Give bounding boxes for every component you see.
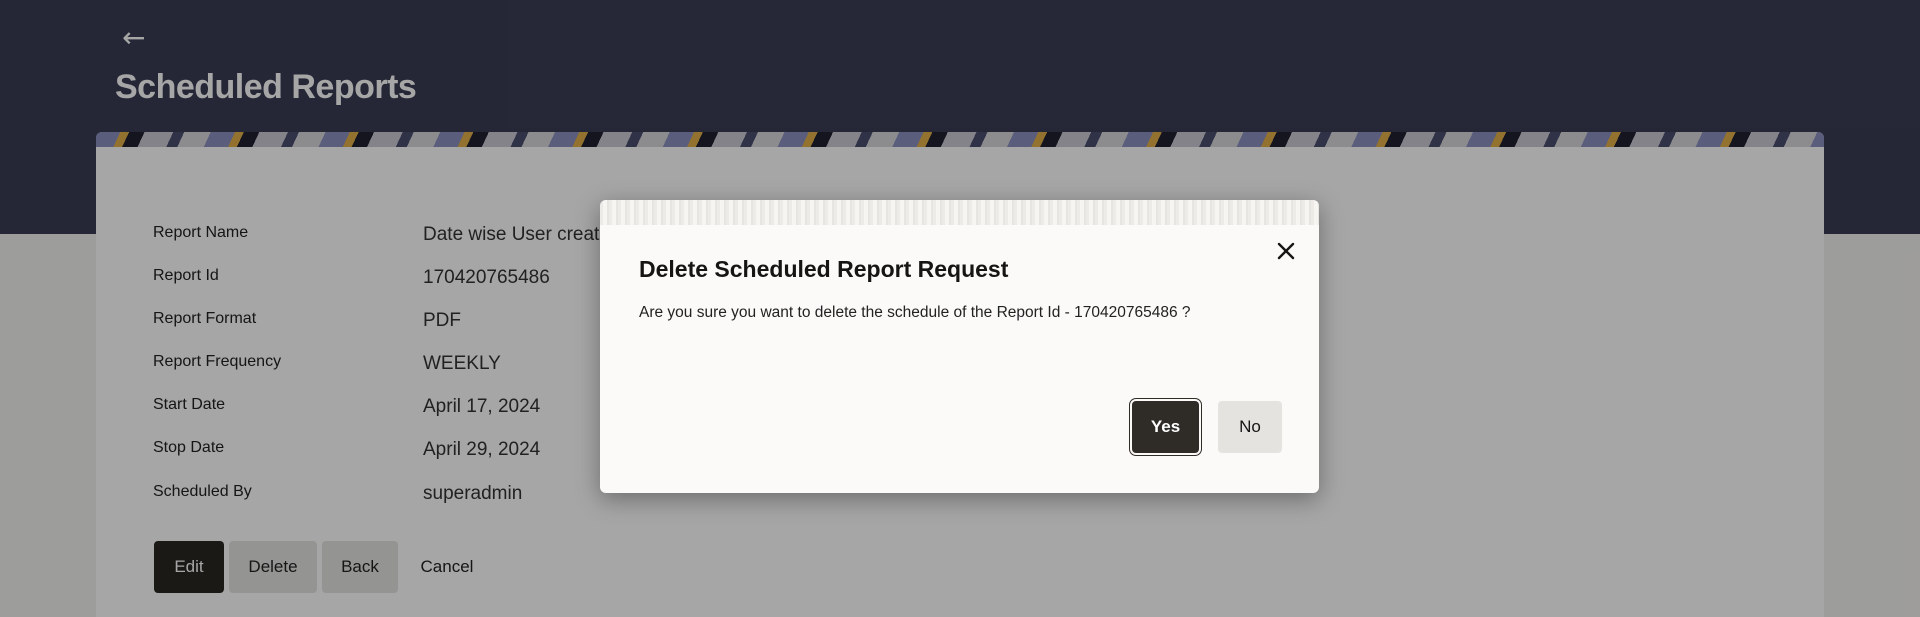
yes-button[interactable]: Yes	[1132, 401, 1199, 453]
dialog-pattern-strip	[600, 200, 1319, 225]
no-button[interactable]: No	[1218, 401, 1282, 453]
dialog-title: Delete Scheduled Report Request	[639, 256, 1009, 282]
delete-confirmation-dialog: Delete Scheduled Report Request Are you …	[600, 200, 1319, 493]
close-icon[interactable]	[1271, 236, 1301, 266]
dialog-message: Are you sure you want to delete the sche…	[639, 304, 1191, 321]
